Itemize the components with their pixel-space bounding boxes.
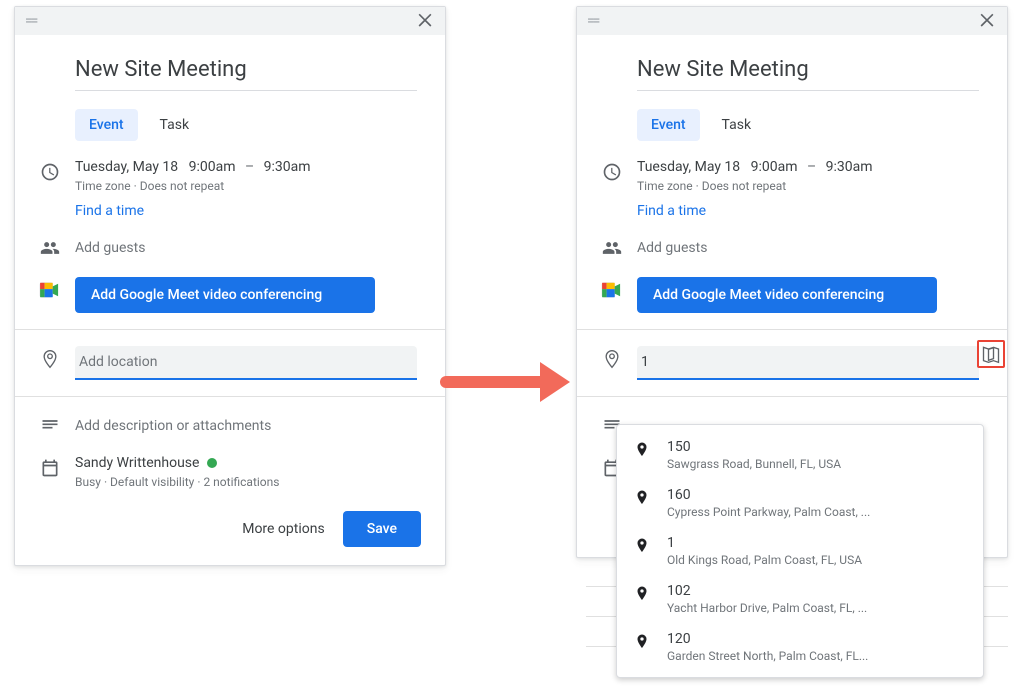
suggestion-main: 1 [667,535,862,551]
suggestion-main: 150 [667,439,841,455]
tab-task[interactable]: Task [708,109,766,141]
status-dot-icon [207,458,217,468]
pin-icon [633,585,651,607]
guests-icon [601,237,623,259]
suggestion-main: 102 [667,583,867,599]
pin-icon [633,441,651,463]
event-title-input[interactable] [637,53,979,91]
datetime-line[interactable]: Tuesday, May 18 9:00am – 9:30am [637,159,979,175]
tab-task[interactable]: Task [146,109,204,141]
add-google-meet-button[interactable]: Add Google Meet video conferencing [637,277,937,313]
datetime-line[interactable]: Tuesday, May 18 9:00am – 9:30am [75,159,417,175]
clock-icon [39,161,61,183]
panel-titlebar: == [15,7,445,35]
location-suggestion[interactable]: 160 Cypress Point Parkway, Palm Coast, ..… [617,479,983,527]
location-input[interactable] [637,346,979,380]
clock-icon [601,161,623,183]
calendar-icon [39,457,61,479]
event-title-input[interactable] [75,53,417,91]
close-icon[interactable] [977,9,997,33]
tz-repeat-line[interactable]: Time zone · Does not repeat [637,179,979,193]
suggestion-sub: Old Kings Road, Palm Coast, FL, USA [667,553,862,567]
tz-repeat-line[interactable]: Time zone · Does not repeat [75,179,417,193]
meet-icon [39,279,61,301]
event-editor-panel-before: == Event Task Tuesday, May 18 9:00am – 9… [14,6,446,566]
tutorial-arrow-icon [440,362,580,402]
event-end-time[interactable]: 9:30am [826,159,873,175]
suggestion-sub: Garden Street North, Palm Coast, FL... [667,649,868,663]
location-suggestions-dropdown: 150 Sawgrass Road, Bunnell, FL, USA 160 Cyp… [616,424,984,678]
pin-icon [633,633,651,655]
pin-icon [633,489,651,511]
event-date[interactable]: Tuesday, May 18 [637,159,740,175]
location-input[interactable] [75,346,417,380]
tab-event[interactable]: Event [637,109,700,141]
find-a-time-link[interactable]: Find a time [75,203,417,219]
divider [577,329,1007,330]
suggestion-sub: Cypress Point Parkway, Palm Coast, ... [667,505,870,519]
event-end-time[interactable]: 9:30am [264,159,311,175]
suggestion-sub: Yacht Harbor Drive, Palm Coast, FL, ... [667,601,867,615]
divider [15,329,445,330]
add-guests-field[interactable]: Add guests [637,240,979,256]
event-start-time[interactable]: 9:00am [189,159,236,175]
event-start-time[interactable]: 9:00am [751,159,798,175]
find-a-time-link[interactable]: Find a time [637,203,979,219]
add-description-field[interactable]: Add description or attachments [75,418,417,434]
time-separator: – [245,159,254,175]
drag-handle-icon[interactable]: == [25,13,36,29]
suggestion-main: 160 [667,487,870,503]
divider [15,396,445,397]
guests-icon [39,237,61,259]
organizer-line[interactable]: Sandy Writtenhouse [75,455,417,471]
map-preview-button[interactable] [977,340,1005,368]
add-google-meet-button[interactable]: Add Google Meet video conferencing [75,277,375,313]
more-options-link[interactable]: More options [242,521,325,537]
location-suggestion[interactable]: 150 Sawgrass Road, Bunnell, FL, USA [617,431,983,479]
location-pin-icon [601,348,623,370]
location-pin-icon [39,348,61,370]
drag-handle-icon[interactable]: == [587,13,598,29]
pin-icon [633,537,651,559]
suggestion-main: 120 [667,631,868,647]
organizer-name: Sandy Writtenhouse [75,455,199,471]
location-suggestion[interactable]: 120 Garden Street North, Palm Coast, FL..… [617,623,983,671]
suggestion-sub: Sawgrass Road, Bunnell, FL, USA [667,457,841,471]
panel-titlebar: == [577,7,1007,35]
event-date[interactable]: Tuesday, May 18 [75,159,178,175]
tab-event[interactable]: Event [75,109,138,141]
organizer-status-line: Busy · Default visibility · 2 notificati… [75,475,417,489]
meet-icon [601,279,623,301]
time-separator: – [807,159,816,175]
description-icon [39,415,61,437]
save-button[interactable]: Save [343,511,421,547]
location-suggestion[interactable]: 1 Old Kings Road, Palm Coast, FL, USA [617,527,983,575]
add-guests-field[interactable]: Add guests [75,240,417,256]
location-suggestion[interactable]: 102 Yacht Harbor Drive, Palm Coast, FL, .… [617,575,983,623]
divider [577,396,1007,397]
close-icon[interactable] [415,9,435,33]
